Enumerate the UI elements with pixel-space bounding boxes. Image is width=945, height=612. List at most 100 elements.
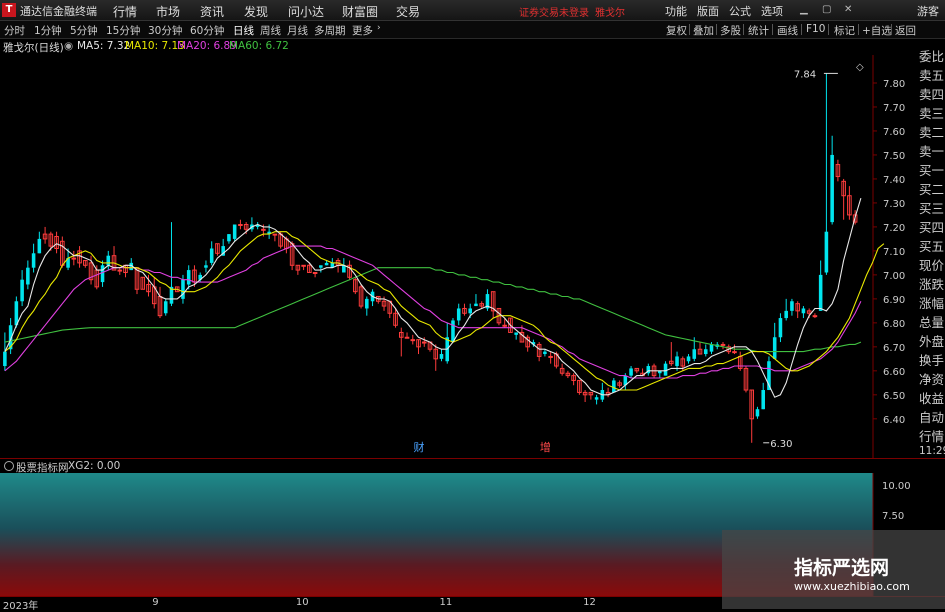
candle-body bbox=[181, 279, 185, 299]
candle-body bbox=[543, 351, 547, 355]
candle-body bbox=[761, 390, 765, 410]
menu-formula[interactable]: 公式 bbox=[729, 3, 751, 19]
candle-body bbox=[31, 253, 36, 268]
period-intraday[interactable]: 分时 bbox=[4, 23, 25, 38]
app-logo-icon: T bbox=[2, 3, 16, 17]
indicator-settings-icon[interactable] bbox=[4, 461, 14, 471]
tool-overlay[interactable]: 叠加 bbox=[693, 23, 714, 38]
panel-outer-volume: 外盘 bbox=[919, 334, 945, 349]
maximize-icon[interactable]: ▢ bbox=[822, 4, 831, 15]
period-monthly[interactable]: 月线 bbox=[287, 23, 308, 38]
menu-quotes[interactable]: 行情 bbox=[113, 3, 137, 20]
candle-body bbox=[324, 262, 329, 266]
panel-price: 现价 bbox=[919, 258, 945, 273]
menu-options[interactable]: 选项 bbox=[761, 3, 783, 19]
minimize-icon[interactable]: ▁ bbox=[800, 4, 808, 15]
period-15min[interactable]: 15分钟 bbox=[106, 23, 140, 38]
candle-body bbox=[830, 154, 834, 223]
candle-body bbox=[468, 308, 472, 314]
panel-bid5: 买五 bbox=[919, 239, 945, 254]
period-multi[interactable]: 多周期 bbox=[314, 23, 346, 38]
candle-body bbox=[778, 318, 783, 338]
legend-settings-icon[interactable]: ◉ bbox=[64, 40, 73, 52]
tool-draw-line[interactable]: 画线 bbox=[777, 23, 798, 38]
menu-function[interactable]: 功能 bbox=[665, 3, 687, 19]
candle-body bbox=[801, 308, 806, 314]
panel-ask1: 卖一 bbox=[919, 144, 945, 159]
menu-trade[interactable]: 交易 bbox=[396, 3, 420, 20]
menu-ask-xiaoda[interactable]: 问小达 bbox=[288, 3, 324, 20]
legend-ma60: MA60: 6.72 bbox=[229, 40, 289, 52]
legend-ma20: MA20: 6.89 bbox=[177, 40, 237, 52]
candle-body bbox=[755, 409, 760, 417]
app-title: 通达信金融终端 bbox=[20, 5, 97, 18]
y-tick-label: 6.70 bbox=[883, 343, 905, 354]
separator bbox=[828, 24, 829, 35]
period-weekly[interactable]: 周线 bbox=[260, 23, 281, 38]
more-chevron-icon[interactable]: › bbox=[377, 23, 381, 33]
tool-back[interactable]: 返回 bbox=[895, 23, 916, 38]
high-price-label: 7.84 bbox=[794, 69, 816, 80]
candle-body bbox=[818, 274, 823, 311]
tool-add-watchlist[interactable]: +自选 bbox=[862, 23, 892, 38]
candle-body bbox=[732, 351, 737, 354]
candlestick-chart[interactable]: 7.80 7.70 7.60 7.50 7.40 7.30 7.20 7.10 7.00 6.90… bbox=[0, 55, 917, 458]
ma60-line bbox=[4, 267, 862, 353]
candle-body bbox=[312, 271, 318, 274]
candle-body bbox=[71, 257, 77, 260]
watermark: 指标严选网 www.xuezhibiao.com bbox=[722, 530, 945, 609]
panel-time: 11:29 bbox=[919, 445, 945, 457]
menu-layout[interactable]: 版面 bbox=[697, 3, 719, 19]
panel-ask2: 卖二 bbox=[919, 125, 945, 140]
period-1min[interactable]: 1分钟 bbox=[34, 23, 62, 38]
panel-earnings: 收益 bbox=[919, 391, 945, 406]
quote-panel: 委比 卖五 卖四 卖三 卖二 卖一 买一 买二 买三 买四 买五 现价 涨跌 涨… bbox=[917, 40, 945, 460]
y-tick-label: 7.50 bbox=[883, 151, 905, 162]
y-tick-label: 7.20 bbox=[883, 223, 905, 234]
tool-mark[interactable]: 标记 bbox=[834, 23, 855, 38]
candle-body bbox=[824, 231, 829, 273]
period-5min[interactable]: 5分钟 bbox=[70, 23, 98, 38]
menu-discover[interactable]: 发现 bbox=[244, 3, 268, 20]
candle-body bbox=[663, 363, 668, 376]
candle-body bbox=[209, 248, 214, 263]
current-stock-name: 雅戈尔 bbox=[595, 8, 625, 19]
trade-login-status[interactable]: 证券交易未登录 bbox=[519, 4, 589, 19]
event-marker: 增 bbox=[540, 440, 551, 454]
period-more[interactable]: 更多 bbox=[352, 23, 373, 38]
period-30min[interactable]: 30分钟 bbox=[148, 23, 182, 38]
tool-multi-stock[interactable]: 多股 bbox=[720, 23, 741, 38]
panel-ask5: 卖五 bbox=[919, 68, 945, 83]
watermark-title: 指标严选网 bbox=[794, 557, 890, 579]
candle-body bbox=[439, 354, 444, 359]
candle-body bbox=[404, 336, 410, 339]
y-tick-label: 6.80 bbox=[883, 319, 905, 330]
candle-body bbox=[812, 315, 818, 318]
candle-body bbox=[261, 228, 266, 231]
menu-market[interactable]: 市场 bbox=[156, 3, 180, 20]
y-tick-label: 7.10 bbox=[883, 247, 905, 258]
candle-body bbox=[514, 332, 518, 335]
period-daily[interactable]: 日线 bbox=[233, 23, 254, 38]
panel-auto[interactable]: 自动 bbox=[919, 407, 944, 426]
separator bbox=[772, 24, 773, 35]
legend-stock-name: 雅戈尔(日线) bbox=[3, 42, 64, 54]
y-tick-label: 7.30 bbox=[883, 199, 905, 210]
panel-bid1: 买一 bbox=[919, 163, 945, 178]
sub-y-tick-label: 10.00 bbox=[882, 481, 911, 492]
panel-change: 涨跌 bbox=[919, 277, 945, 292]
panel-change-pct: 涨幅 bbox=[919, 296, 945, 311]
close-icon[interactable]: ✕ bbox=[844, 4, 852, 15]
guest-user[interactable]: 游客 bbox=[917, 3, 939, 19]
tool-f10[interactable]: F10 bbox=[806, 23, 825, 35]
candle-body bbox=[20, 279, 24, 302]
menu-news[interactable]: 资讯 bbox=[200, 3, 224, 20]
y-tick-label: 6.90 bbox=[883, 295, 905, 306]
tool-statistics[interactable]: 统计 bbox=[748, 23, 769, 38]
period-60min[interactable]: 60分钟 bbox=[190, 23, 224, 38]
candle-body bbox=[790, 301, 794, 311]
menu-wealth-circle[interactable]: 财富圈 bbox=[342, 3, 378, 20]
panel-quotes[interactable]: 行情 bbox=[919, 426, 944, 445]
candle-body bbox=[784, 310, 788, 319]
tool-restore-rights[interactable]: 复权 bbox=[666, 23, 687, 38]
